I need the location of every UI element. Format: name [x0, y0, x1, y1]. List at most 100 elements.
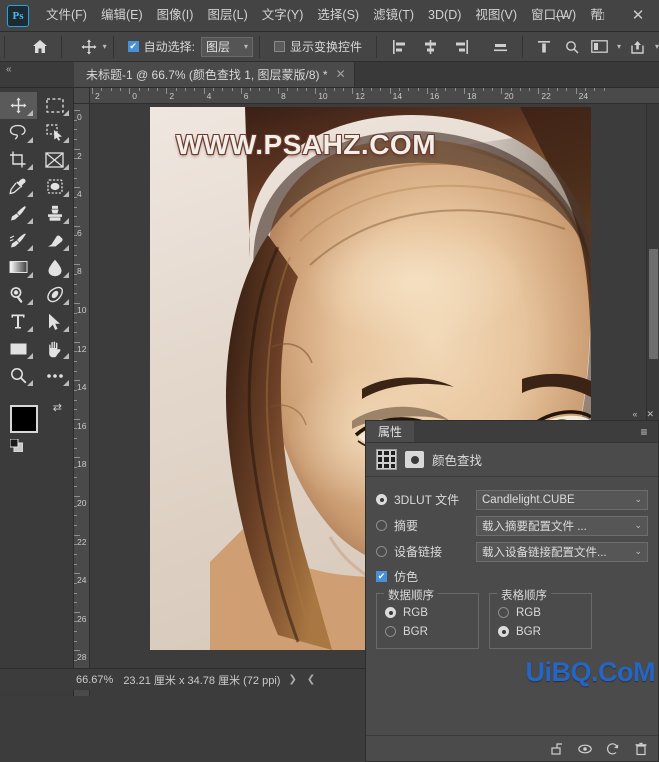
menu-layer[interactable]: 图层(L): [200, 5, 254, 26]
checkbox-box-icon[interactable]: [273, 41, 285, 52]
auto-select-scope-dropdown[interactable]: 图层 ▾: [200, 36, 253, 57]
close-icon[interactable]: ✕: [336, 67, 346, 81]
status-expand-icon[interactable]: ❯: [288, 674, 296, 685]
swap-colors-icon[interactable]: ⇄: [53, 401, 62, 414]
dropdown-3dlut-file[interactable]: Candlelight.CUBE ⌄: [476, 489, 648, 510]
option-data-order-rgb[interactable]: RGB: [385, 603, 470, 622]
brush-tool[interactable]: [0, 200, 37, 227]
toolbox-collapse-stub[interactable]: «: [0, 61, 74, 87]
dropdown-abstract[interactable]: 载入摘要配置文件 ... ⌄: [476, 515, 648, 536]
layer-mask-thumbnail-icon[interactable]: [405, 451, 424, 468]
clip-to-layer-icon[interactable]: [550, 742, 564, 756]
panel-collapse-icon[interactable]: «: [632, 409, 637, 420]
menu-3d[interactable]: 3D(D): [421, 5, 468, 26]
pen-tool[interactable]: [37, 281, 74, 308]
foreground-color-swatch[interactable]: [10, 405, 38, 433]
ruler-label: 16: [429, 91, 440, 101]
dither-checkbox-row[interactable]: ✔ 仿色: [376, 568, 648, 585]
zoom-level[interactable]: 66.67%: [76, 674, 113, 686]
move-tool-icon[interactable]: [78, 36, 100, 58]
eraser-tool[interactable]: [37, 227, 74, 254]
menu-filter[interactable]: 滤镜(T): [366, 5, 421, 26]
ruler-minor-tick: [74, 206, 77, 208]
color-swatches[interactable]: ⇄: [10, 401, 64, 457]
menu-view[interactable]: 视图(V): [468, 5, 524, 26]
menu-type[interactable]: 文字(Y): [255, 5, 311, 26]
menu-file[interactable]: 文件(F): [39, 5, 94, 26]
chevron-down-icon[interactable]: ▾: [103, 42, 107, 51]
gradient-tool[interactable]: [0, 254, 37, 281]
history-brush-tool[interactable]: [0, 227, 37, 254]
radio-data-order-bgr[interactable]: [385, 626, 396, 637]
auto-select-checkbox[interactable]: ✔ 自动选择:: [127, 38, 195, 55]
scrollbar-thumb[interactable]: [649, 249, 658, 359]
row-3dlut-file[interactable]: 3DLUT 文件 Candlelight.CUBE ⌄: [376, 489, 648, 510]
ruler-minor-tick: [74, 447, 77, 449]
option-data-order-bgr[interactable]: BGR: [385, 622, 470, 641]
collapse-arrows-icon[interactable]: «: [6, 64, 11, 75]
menu-image[interactable]: 图像(I): [150, 5, 201, 26]
hand-tool[interactable]: [37, 335, 74, 362]
radio-table-order-bgr[interactable]: [498, 626, 509, 637]
document-tab[interactable]: 未标题-1 @ 66.7% (颜色查找 1, 图层蒙版/8) * ✕: [74, 61, 355, 87]
workspace-switcher-icon[interactable]: [589, 36, 611, 58]
option-table-order-rgb[interactable]: RGB: [498, 603, 583, 622]
clone-stamp-tool[interactable]: [37, 200, 74, 227]
type-tool[interactable]: [0, 308, 37, 335]
rectangle-tool[interactable]: [0, 335, 37, 362]
checkbox-mark-icon[interactable]: ✔: [127, 41, 139, 52]
chevron-down-icon[interactable]: ▾: [617, 42, 621, 51]
radio-abstract[interactable]: [376, 520, 387, 531]
row-device-link[interactable]: 设备链接 载入设备链接配置文件... ⌄: [376, 541, 648, 562]
close-button[interactable]: ✕: [619, 3, 657, 27]
search-icon[interactable]: [561, 36, 583, 58]
panel-menu-icon[interactable]: ≡: [634, 421, 654, 442]
show-transform-controls-checkbox[interactable]: 显示变换控件: [273, 38, 362, 55]
status-collapse-icon[interactable]: ❮: [307, 674, 315, 685]
align-left-edges-icon[interactable]: [389, 36, 411, 58]
menu-select[interactable]: 选择(S): [310, 5, 366, 26]
toggle-visibility-icon[interactable]: [578, 742, 592, 756]
chevron-down-icon[interactable]: ▾: [655, 42, 659, 51]
blur-tool[interactable]: [37, 254, 74, 281]
chevron-down-icon[interactable]: ⌄: [634, 520, 642, 531]
maximize-button[interactable]: □: [581, 3, 619, 27]
menu-edit[interactable]: 编辑(E): [94, 5, 150, 26]
dropdown-device-link[interactable]: 载入设备链接配置文件... ⌄: [476, 541, 648, 562]
eyedropper-tool[interactable]: [0, 173, 37, 200]
path-selection-tool[interactable]: [37, 308, 74, 335]
chevron-down-icon[interactable]: ⌄: [634, 546, 642, 557]
reset-icon[interactable]: [606, 742, 620, 756]
chevron-down-icon[interactable]: ▾: [244, 42, 248, 51]
move-tool[interactable]: [0, 92, 37, 119]
distribute-top-icon[interactable]: [533, 36, 555, 58]
default-colors-icon[interactable]: [10, 439, 23, 452]
align-right-edges-icon[interactable]: [451, 36, 473, 58]
edit-toolbar-tool[interactable]: [37, 362, 74, 389]
panel-close-icon[interactable]: ✕: [646, 409, 654, 420]
active-tool-preset[interactable]: ▾: [78, 36, 107, 58]
radio-3dlut-file[interactable]: [376, 494, 387, 505]
marquee-tool[interactable]: [37, 92, 74, 119]
delete-icon[interactable]: [634, 742, 648, 756]
tab-properties[interactable]: 属性: [366, 421, 415, 442]
lasso-tool[interactable]: [0, 119, 37, 146]
option-table-order-bgr[interactable]: BGR: [498, 622, 583, 641]
radio-data-order-rgb[interactable]: [385, 607, 396, 618]
quick-selection-tool[interactable]: [37, 119, 74, 146]
minimize-button[interactable]: —: [543, 3, 581, 27]
share-icon[interactable]: [627, 36, 649, 58]
row-abstract[interactable]: 摘要 载入摘要配置文件 ... ⌄: [376, 515, 648, 536]
checkbox-mark-icon[interactable]: ✔: [376, 571, 387, 582]
radio-device-link[interactable]: [376, 546, 387, 557]
align-horizontal-centers-icon[interactable]: [420, 36, 442, 58]
healing-brush-tool[interactable]: [37, 173, 74, 200]
home-icon[interactable]: [25, 34, 55, 60]
radio-table-order-rgb[interactable]: [498, 607, 509, 618]
frame-tool[interactable]: [37, 146, 74, 173]
align-bottom-edges-icon[interactable]: [490, 36, 512, 58]
zoom-tool[interactable]: [0, 362, 37, 389]
chevron-down-icon[interactable]: ⌄: [634, 494, 642, 505]
crop-tool[interactable]: [0, 146, 37, 173]
dodge-tool[interactable]: [0, 281, 37, 308]
